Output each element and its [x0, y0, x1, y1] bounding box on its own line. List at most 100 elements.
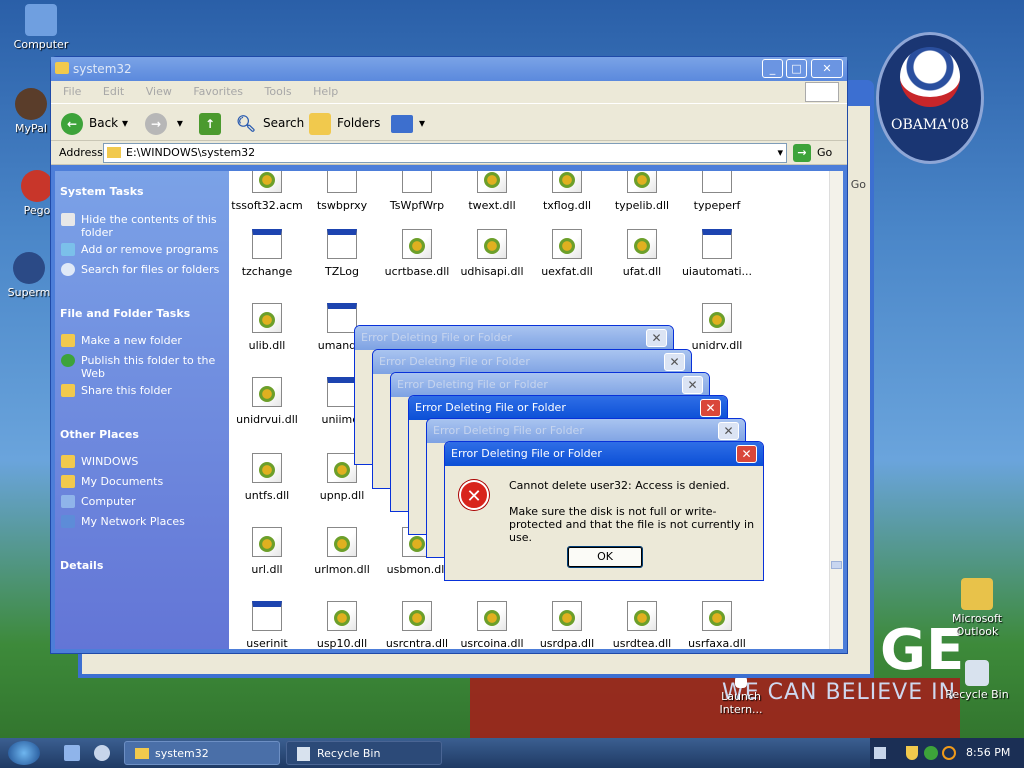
file-item[interactable]: urlmon.dll [304, 527, 380, 576]
desktop-icon-launch-internet[interactable]: Launch Intern... [706, 676, 776, 716]
system-tasks-header[interactable]: System Tasks [60, 185, 144, 198]
file-item[interactable]: usrcntra.dll [379, 601, 455, 649]
file-item[interactable]: ulib.dll [229, 303, 305, 352]
tray-search-icon[interactable] [942, 746, 956, 760]
file-item[interactable]: untfs.dll [229, 453, 305, 502]
details-header[interactable]: Details [60, 559, 103, 572]
tray-network-icon[interactable] [874, 747, 886, 759]
dialog-close-button[interactable]: ✕ [664, 353, 685, 371]
file-item[interactable]: usrdtea.dll [604, 601, 680, 649]
dialog-close-button[interactable]: ✕ [646, 329, 667, 347]
file-item[interactable]: typelib.dll [604, 171, 680, 212]
file-folder-tasks-header[interactable]: File and Folder Tasks [60, 307, 190, 320]
place-my-network[interactable]: My Network Places [61, 515, 221, 528]
application-icon [702, 171, 732, 193]
file-name: usrcntra.dll [385, 637, 449, 649]
back-go-label[interactable]: Go [851, 178, 866, 191]
file-item[interactable]: usrdpa.dll [529, 601, 605, 649]
tray-update-icon[interactable] [924, 746, 938, 760]
file-item[interactable]: uiautomati... [679, 229, 755, 278]
pego-icon [21, 170, 53, 202]
file-item[interactable]: usp10.dll [304, 601, 380, 649]
file-item[interactable]: ucrtbase.dll [379, 229, 455, 278]
desktop-icon-computer[interactable]: Computer [6, 4, 76, 51]
place-computer[interactable]: Computer [61, 495, 221, 508]
up-arrow-icon: ↑ [199, 112, 221, 135]
file-item[interactable]: tssoft32.acm [229, 171, 305, 212]
menu-view[interactable]: View [146, 85, 172, 98]
dialog-close-button[interactable]: ✕ [736, 445, 757, 463]
file-name: typeperf [693, 199, 741, 212]
task-hide-contents[interactable]: Hide the contents of this folder [61, 213, 221, 239]
dll-file-icon [627, 171, 657, 193]
forward-button[interactable]: → ▾ [145, 111, 183, 135]
obama-logo-icon [900, 47, 960, 107]
address-input[interactable]: E:\WINDOWS\system32 ▾ [103, 143, 787, 163]
start-button[interactable] [8, 741, 40, 765]
scrollbar-thumb[interactable] [831, 561, 842, 569]
menu-favorites[interactable]: Favorites [193, 85, 243, 98]
file-item[interactable]: url.dll [229, 527, 305, 576]
ok-button[interactable]: OK [567, 546, 643, 568]
back-button[interactable]: ← Back ▾ [61, 111, 128, 135]
task-publish-folder[interactable]: Publish this folder to the Web [61, 354, 221, 380]
file-name: usrcoina.dll [460, 637, 524, 649]
file-name: uexfat.dll [541, 265, 593, 278]
desktop-icon-recycle-bin[interactable]: Recycle Bin [940, 660, 1014, 701]
task-share-folder[interactable]: Share this folder [61, 384, 221, 397]
file-item[interactable]: twext.dll [454, 171, 530, 212]
file-item[interactable]: TsWpfWrp [379, 171, 455, 212]
windows-logo-icon [805, 82, 839, 102]
file-item[interactable]: udhisapi.dll [454, 229, 530, 278]
file-item[interactable]: userinit [229, 601, 305, 649]
file-item[interactable]: txflog.dll [529, 171, 605, 212]
taskbar-system32[interactable]: system32 [124, 741, 280, 765]
file-item[interactable]: unidrv.dll [679, 303, 755, 352]
file-name: unidrvui.dll [236, 413, 298, 426]
views-button[interactable]: ▾ [391, 111, 425, 135]
file-name: upnp.dll [319, 489, 365, 502]
menu-file[interactable]: File [63, 85, 81, 98]
go-button[interactable]: → Go [793, 144, 832, 162]
dialog-close-button[interactable]: ✕ [700, 399, 721, 417]
dialog-message: Cannot delete user32: Access is denied. [509, 479, 730, 492]
address-dropdown-icon[interactable]: ▾ [777, 144, 783, 162]
file-item[interactable]: ufat.dll [604, 229, 680, 278]
dialog-close-button[interactable]: ✕ [718, 422, 739, 440]
file-item[interactable]: tswbprxy [304, 171, 380, 212]
file-name: tssoft32.acm [231, 199, 303, 212]
task-new-folder[interactable]: Make a new folder [61, 334, 221, 347]
file-name: tswbprxy [316, 199, 368, 212]
file-item[interactable]: unidrvui.dll [229, 377, 305, 426]
file-item[interactable]: tzchange [229, 229, 305, 278]
file-item[interactable]: usrcoina.dll [454, 601, 530, 649]
other-places-header[interactable]: Other Places [60, 428, 139, 441]
show-desktop-icon[interactable] [64, 745, 80, 761]
folders-button[interactable]: Folders [309, 111, 380, 135]
file-item[interactable]: usrfaxa.dll [679, 601, 755, 649]
file-item[interactable]: TZLog [304, 229, 380, 278]
menu-edit[interactable]: Edit [103, 85, 124, 98]
maximize-button[interactable]: □ [786, 59, 807, 78]
error-dialog-active[interactable]: Error Deleting File or Folder ✕ ✕ Cannot … [444, 441, 764, 581]
search-button[interactable]: 🔍︎ Search [235, 111, 304, 135]
mypal-icon [15, 88, 47, 120]
task-search-files[interactable]: Search for files or folders [61, 263, 221, 276]
menu-tools[interactable]: Tools [265, 85, 292, 98]
close-button[interactable]: ✕ [811, 59, 843, 78]
quick-launch-icon[interactable] [94, 745, 110, 761]
vertical-scrollbar[interactable] [829, 171, 843, 649]
minimize-button[interactable]: _ [762, 59, 783, 78]
task-add-remove-programs[interactable]: Add or remove programs [61, 243, 221, 256]
file-item[interactable]: uexfat.dll [529, 229, 605, 278]
dialog-close-button[interactable]: ✕ [682, 376, 703, 394]
file-item[interactable]: typeperf [679, 171, 755, 212]
menu-help[interactable]: Help [313, 85, 338, 98]
desktop-icon-outlook[interactable]: Microsoft Outlook [940, 578, 1014, 638]
place-my-documents[interactable]: My Documents [61, 475, 221, 488]
window-titlebar[interactable]: system32 _ □ ✕ [51, 57, 847, 81]
taskbar-recycle-bin[interactable]: Recycle Bin [286, 741, 442, 765]
place-windows[interactable]: WINDOWS [61, 455, 221, 468]
security-shield-icon[interactable] [906, 746, 918, 760]
up-folder-button[interactable]: ↑ [199, 111, 227, 135]
